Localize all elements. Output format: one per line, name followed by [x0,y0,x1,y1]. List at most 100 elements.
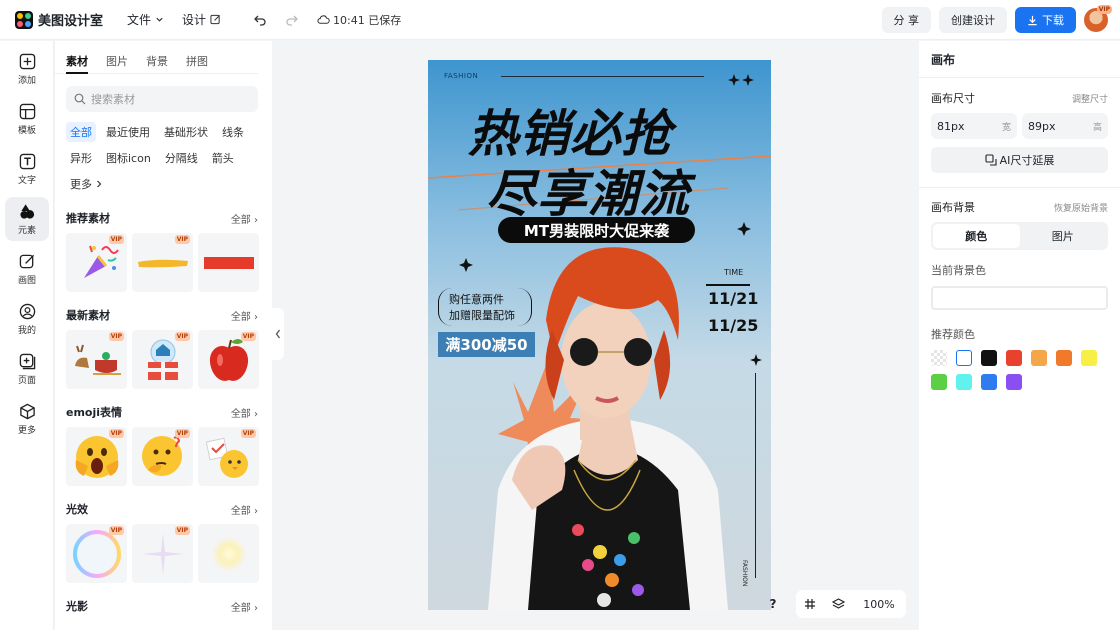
user-avatar[interactable]: VIP [1084,5,1112,32]
category-basic-shapes[interactable]: 基础形状 [160,122,212,142]
material-red-apple[interactable]: VIP [198,330,259,389]
swatch-transparent[interactable] [931,350,947,366]
nav-more[interactable]: 更多 [0,394,54,444]
swatch-green[interactable] [931,374,947,390]
category-lines[interactable]: 线条 [218,122,248,142]
file-menu-label: 文件 [127,13,152,27]
category-all[interactable]: 全部 [66,122,96,142]
tab-images[interactable]: 图片 [106,53,128,73]
category-irregular[interactable]: 异形 [66,148,96,168]
swatch-orange[interactable] [1056,350,1072,366]
category-recent[interactable]: 最近使用 [102,122,154,142]
vip-badge: VIP [240,332,256,341]
canvas-workspace[interactable]: FASHION 热销必抢 尽享潮流 MT男装限时大促来袭 TIME 11/21 … [273,41,918,630]
material-thinking-face[interactable]: VIP [132,427,193,486]
poster-side-line[interactable] [755,373,756,578]
tab-collage[interactable]: 拼图 [186,53,208,73]
design-canvas[interactable]: FASHION 热销必抢 尽享潮流 MT男装限时大促来袭 TIME 11/21 … [428,60,771,610]
current-bg-color-field[interactable] [931,286,1108,310]
layers-button[interactable] [824,598,852,610]
nav-draw[interactable]: 画图 [0,244,54,294]
nav-elements[interactable]: 元素 [0,194,54,244]
poster-discount-tag[interactable]: 满300减50 [438,332,535,357]
nav-template[interactable]: 模板 [0,94,54,144]
section-latest-header: 最新素材 全部 › [66,305,258,325]
poster-date-end[interactable]: 11/25 [708,316,758,335]
material-yellow-brush-stroke[interactable]: VIP [132,233,193,292]
see-all-link[interactable]: 全部 › [231,308,258,323]
help-button[interactable]: ? [762,591,784,617]
see-all-link[interactable]: 全部 › [231,502,258,517]
zoom-level[interactable]: 100% [852,598,906,611]
material-glow[interactable] [198,524,259,583]
app-logo[interactable]: 美图设计室 [15,10,103,29]
section-title: 光影 [66,600,88,613]
adjust-size-link[interactable]: 调整尺寸 [1072,92,1108,105]
vip-badge: VIP [240,429,256,438]
material-chick-with-sign[interactable]: VIP [198,427,259,486]
height-field[interactable]: 89px 高 [1022,113,1108,139]
poster-top-line[interactable] [501,76,704,77]
see-all-link[interactable]: 全部 › [231,599,258,614]
poster-headline-2[interactable]: 尽享潮流 [486,154,690,226]
poster-fashion-label[interactable]: FASHION [444,72,478,80]
swatch-light-orange[interactable] [1031,350,1047,366]
poster-side-fashion[interactable]: FASHION [741,560,748,586]
nav-add[interactable]: 添加 [0,44,54,94]
material-red-bar[interactable] [198,233,259,292]
bg-color-tab[interactable]: 颜色 [933,224,1020,248]
nav-mine[interactable]: 我的 [0,294,54,344]
material-shocked-face[interactable]: VIP [66,427,127,486]
see-all-label: 全部 [230,602,251,614]
bg-image-tab[interactable]: 图片 [1020,224,1107,248]
see-all-link[interactable]: 全部 › [231,211,258,226]
search-input[interactable]: 搜索素材 [66,86,258,112]
redo-icon[interactable] [285,13,299,27]
ai-size-expand-label: AI尺寸延展 [999,154,1055,167]
category-more[interactable]: 更多 [66,174,106,194]
reindeer-sleigh-image [74,344,121,375]
file-menu[interactable]: 文件 [127,11,164,28]
category-arrows[interactable]: 箭头 [208,148,238,168]
poster-time-divider[interactable] [706,284,750,286]
width-field[interactable]: 81px 宽 [931,113,1017,139]
poster-promo-pill[interactable]: MT男装限时大促来袭 [498,217,695,243]
grid-toggle[interactable] [796,598,824,610]
share-button[interactable]: 分 享 [881,7,931,33]
category-icons[interactable]: 图标icon [102,148,155,168]
material-sparkle[interactable]: VIP [132,524,193,583]
category-dividers[interactable]: 分隔线 [161,148,202,168]
poster-date-start[interactable]: 11/21 [708,289,758,308]
material-snow-globe-gift[interactable]: VIP [132,330,193,389]
vip-badge: VIP [108,235,124,244]
swatch-purple[interactable] [1006,374,1022,390]
swatch-red[interactable] [1006,350,1022,366]
download-button[interactable]: 下载 [1015,7,1076,33]
nav-page[interactable]: 页面 [0,344,54,394]
material-rainbow-bubble[interactable]: VIP [66,524,127,583]
section-recommended-header: 推荐素材 全部 › [66,208,258,228]
canvas-settings-panel: 画布 画布尺寸 调整尺寸 81px 宽 89px 高 AI尺寸延展 画布背景 恢… [919,41,1120,630]
swatch-cyan[interactable] [956,374,972,390]
tab-backgrounds[interactable]: 背景 [146,53,168,73]
canvas-size-row: 画布尺寸 调整尺寸 [931,90,1108,106]
nav-text-label: 文字 [17,175,36,186]
undo-icon[interactable] [253,13,267,27]
nav-text[interactable]: 文字 [0,144,54,194]
swatch-black[interactable] [981,350,997,366]
reset-bg-link[interactable]: 恢复原始背景 [1054,201,1108,214]
tab-materials[interactable]: 素材 [66,53,88,74]
material-party-popper[interactable]: VIP [66,233,127,292]
design-menu[interactable]: 设计 [182,11,221,28]
poster-time-label[interactable]: TIME [724,268,743,277]
swatch-yellow[interactable] [1081,350,1097,366]
swatch-white[interactable] [956,350,972,366]
glow-image [210,535,247,572]
swatch-blue[interactable] [981,374,997,390]
see-all-link[interactable]: 全部 › [231,405,258,420]
create-design-button[interactable]: 创建设计 [939,7,1007,33]
material-reindeer-sleigh[interactable]: VIP [66,330,127,389]
left-nav: 添加 模板 文字 元素 画图 我的 页面 更多 [0,41,54,630]
poster-buy-offer[interactable]: 购任意两件 加赠限量配饰 [438,288,532,326]
ai-size-expand-button[interactable]: AI尺寸延展 [931,147,1108,173]
